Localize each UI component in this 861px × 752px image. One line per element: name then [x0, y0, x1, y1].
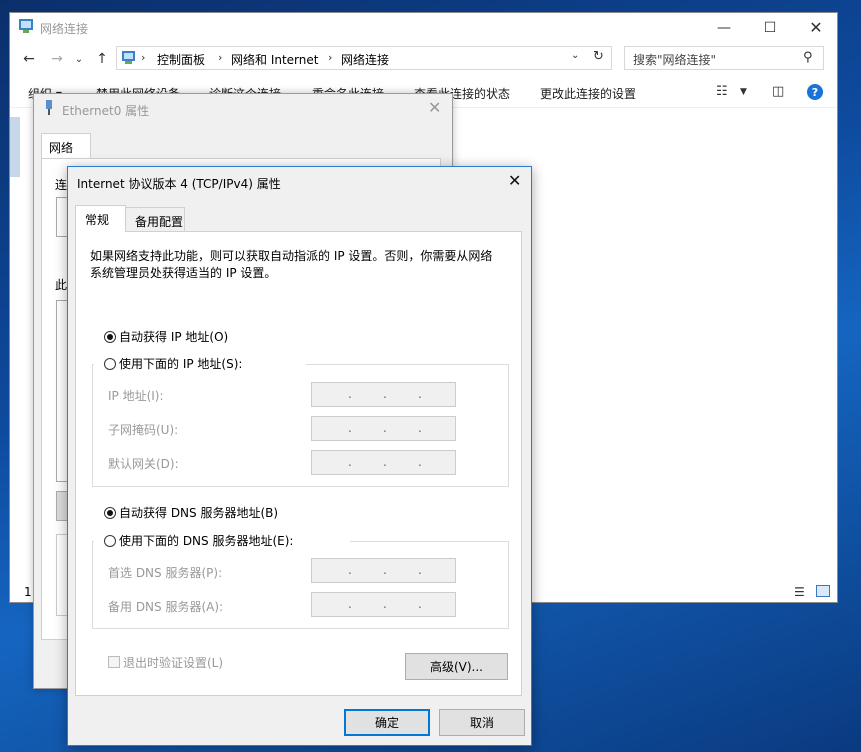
default-gateway-label: 默认网关(D):: [108, 457, 179, 471]
refresh-icon[interactable]: ↻: [593, 49, 604, 64]
dns-auto-label[interactable]: 自动获得 DNS 服务器地址(B): [119, 504, 278, 521]
view-options-icon[interactable]: ☷: [716, 84, 728, 99]
alternate-dns-field[interactable]: ...: [311, 592, 456, 617]
dns-manual-radio[interactable]: [104, 535, 116, 547]
search-icon[interactable]: ⚲: [803, 50, 813, 65]
advanced-button[interactable]: 高级(V)...: [405, 653, 508, 680]
dialog-title: Ethernet0 属性: [62, 104, 150, 118]
items-label: 此: [55, 278, 68, 292]
search-placeholder: 搜索"网络连接": [633, 53, 717, 67]
breadcrumb-network-connections[interactable]: 网络连接: [341, 51, 389, 68]
preferred-dns-label: 首选 DNS 服务器(P):: [108, 566, 223, 580]
dns-auto-radio[interactable]: [104, 507, 116, 519]
ipv4-properties-dialog: Internet 协议版本 4 (TCP/IPv4) 属性 ✕ 常规 备用配置 …: [67, 166, 532, 746]
ok-button[interactable]: 确定: [344, 709, 430, 736]
change-settings-button[interactable]: 更改此连接的设置: [540, 85, 636, 102]
minimize-button[interactable]: —: [701, 13, 747, 42]
tab-alternate-config[interactable]: 备用配置: [125, 207, 185, 232]
maximize-button[interactable]: ☐: [747, 13, 793, 42]
close-button[interactable]: ✕: [793, 13, 839, 42]
subnet-mask-field[interactable]: ...: [311, 416, 456, 441]
chevron-down-icon[interactable]: ⌄: [571, 50, 579, 61]
ip-address-field[interactable]: ...: [311, 382, 456, 407]
alternate-dns-label: 备用 DNS 服务器(A):: [108, 600, 224, 614]
close-icon[interactable]: ✕: [508, 171, 521, 190]
chevron-right-icon: ›: [328, 51, 333, 64]
ip-auto-label[interactable]: 自动获得 IP 地址(O): [119, 328, 228, 345]
details-view-icon[interactable]: ☰: [794, 585, 805, 599]
cancel-button[interactable]: 取消: [439, 709, 525, 736]
network-adapter-icon: [46, 100, 52, 115]
search-input[interactable]: 搜索"网络连接" ⚲: [624, 46, 824, 70]
help-icon[interactable]: ?: [807, 84, 823, 100]
chevron-down-icon[interactable]: ⌄: [70, 50, 88, 68]
breadcrumb-control-panel[interactable]: 控制面板: [157, 51, 205, 68]
arrow-up-icon[interactable]: ↑: [93, 50, 111, 68]
breadcrumb-network-internet[interactable]: 网络和 Internet: [231, 51, 318, 68]
preferred-dns-field[interactable]: ...: [311, 558, 456, 583]
connect-using-label: 连: [55, 178, 68, 192]
preview-pane-icon[interactable]: ◫: [772, 84, 784, 99]
validate-label[interactable]: 退出时验证设置(L): [123, 654, 223, 671]
arrow-right-icon[interactable]: →: [48, 50, 66, 68]
tab-general[interactable]: 常规: [75, 205, 126, 232]
validate-checkbox[interactable]: [108, 656, 120, 668]
status-item-count: 1: [24, 585, 32, 599]
chevron-right-icon: ›: [141, 51, 146, 64]
arrow-left-icon[interactable]: ←: [20, 50, 38, 68]
tab-network[interactable]: 网络: [41, 133, 91, 159]
title-bar: 网络连接 — ☐ ✕: [10, 13, 837, 43]
intro-text: 如果网络支持此功能，则可以获取自动指派的 IP 设置。否则，你需要从网络系统管理…: [90, 249, 493, 280]
close-icon[interactable]: ✕: [428, 98, 441, 117]
chevron-right-icon: ›: [218, 51, 223, 64]
default-gateway-field[interactable]: ...: [311, 450, 456, 475]
ip-address-label: IP 地址(I):: [108, 389, 164, 403]
ip-manual-radio[interactable]: [104, 358, 116, 370]
subnet-mask-label: 子网掩码(U):: [108, 423, 179, 437]
chevron-down-icon[interactable]: ▼: [740, 87, 747, 97]
window-title: 网络连接: [40, 22, 89, 36]
control-panel-icon: [122, 51, 135, 64]
ip-manual-label[interactable]: 使用下面的 IP 地址(S):: [119, 355, 242, 372]
address-bar[interactable]: › 控制面板 › 网络和 Internet › 网络连接 ⌄ ↻: [116, 46, 612, 70]
dns-manual-label[interactable]: 使用下面的 DNS 服务器地址(E):: [119, 532, 293, 549]
network-folder-icon: [19, 19, 33, 33]
selected-item-highlight: [10, 117, 20, 177]
large-icons-view-icon[interactable]: [816, 585, 830, 597]
ip-auto-radio[interactable]: [104, 331, 116, 343]
navigation-bar: ← → ⌄ ↑ › 控制面板 › 网络和 Internet › 网络连接 ⌄ ↻…: [10, 46, 837, 72]
dialog-title: Internet 协议版本 4 (TCP/IPv4) 属性: [77, 177, 281, 191]
